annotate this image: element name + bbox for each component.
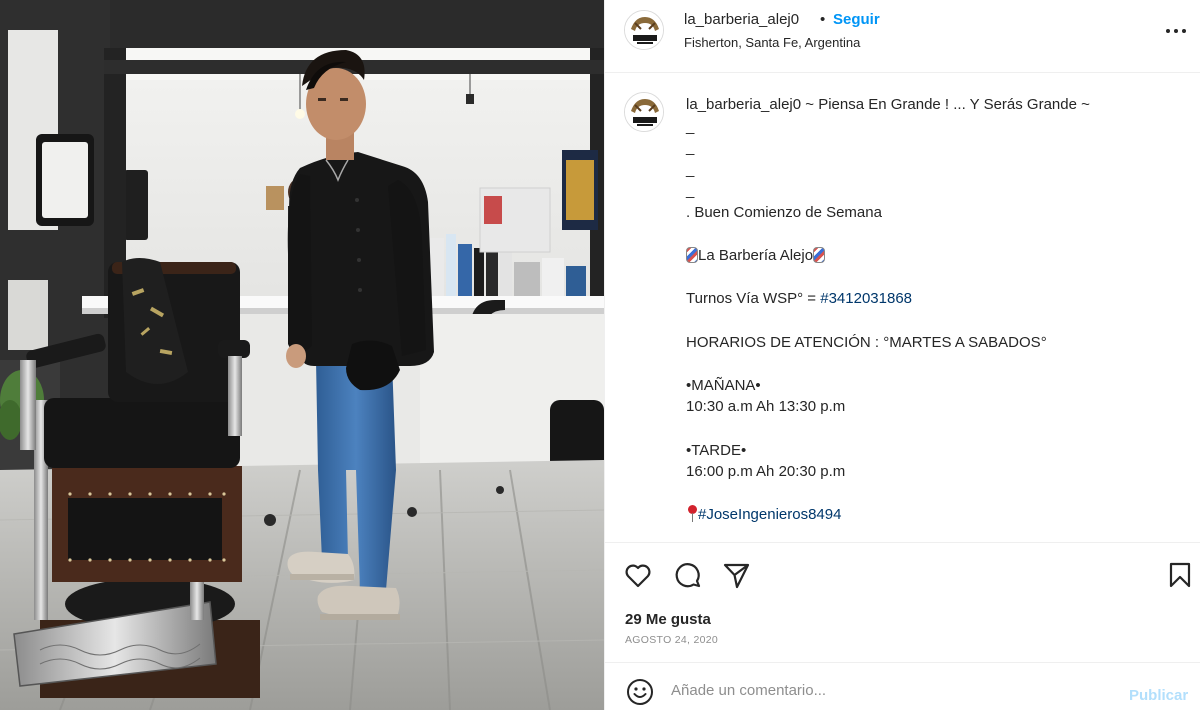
barberia-logo — [625, 93, 663, 131]
likes-count[interactable]: 29 Me gusta — [625, 611, 711, 628]
comment-composer: Publicar — [605, 662, 1200, 710]
more-horizontal-icon[interactable] — [1163, 18, 1189, 44]
address-hashtag-link[interactable]: #JoseIngenieros8494 — [698, 506, 841, 523]
caption-greeting: . Buen Comienzo de Semana — [686, 203, 882, 221]
caption-turnos-line: Turnos Vía WSP° = #3412031868 — [686, 288, 1186, 310]
post-date[interactable]: AGOSTO 24, 2020 — [625, 634, 718, 646]
caption-morning-label: •MAÑANA• — [686, 376, 761, 394]
caption-dash-line: _ — [686, 160, 695, 178]
comment-icon[interactable] — [673, 560, 703, 590]
caption-afternoon-label: •TARDE• — [686, 441, 747, 459]
post-actions: 29 Me gusta AGOSTO 24, 2020 — [605, 542, 1200, 662]
caption-title-text: ~ Piensa En Grande ! ... Y Serás Grande … — [801, 96, 1090, 113]
post-location[interactable]: Fisherton, Santa Fe, Argentina — [684, 35, 860, 50]
caption-avatar[interactable] — [624, 92, 664, 132]
caption-address-line: #JoseIngenieros8494 — [686, 504, 1186, 526]
caption-shop-line: La Barbería Alejo — [686, 245, 1186, 267]
caption-turnos-label: Turnos Vía WSP° = — [686, 290, 821, 308]
emoji-icon[interactable] — [625, 677, 655, 707]
publish-button[interactable]: Publicar — [1129, 687, 1188, 704]
caption-dash-line: _ — [686, 139, 695, 157]
bookmark-icon[interactable] — [1165, 560, 1195, 590]
separator-dot: • — [820, 11, 826, 28]
caption-hours-label: HORARIOS DE ATENCIÓN : °MARTES A SABADOS… — [686, 333, 1047, 351]
barber-pole-icon — [813, 247, 826, 264]
barber-pole-icon — [686, 247, 698, 264]
heart-icon[interactable] — [623, 560, 653, 590]
post-photo[interactable] — [0, 0, 604, 710]
comment-input[interactable] — [671, 675, 1111, 705]
caption-morning-hours: 10:30 a.m Ah 13:30 p.m — [686, 398, 846, 416]
avatar[interactable] — [624, 10, 664, 50]
round-pushpin-icon — [686, 505, 698, 523]
follow-button[interactable]: Seguir — [833, 11, 880, 28]
post-header: la_barberia_alej0 • Seguir Fisherton, Sa… — [605, 0, 1200, 73]
post-caption: la_barberia_alej0 ~ Piensa En Grande ! .… — [686, 94, 1186, 526]
caption-title-line: la_barberia_alej0 ~ Piensa En Grande ! .… — [686, 94, 1186, 116]
caption-dash-line: _ — [686, 117, 695, 135]
post-side-panel: la_barberia_alej0 • Seguir Fisherton, Sa… — [604, 0, 1200, 710]
caption-dash-line: _ — [686, 182, 695, 200]
barber-shop-photo — [0, 0, 604, 710]
send-icon[interactable] — [721, 560, 751, 590]
phone-hashtag-link[interactable]: #3412031868 — [820, 290, 912, 307]
comments-section: la_barberia_alej0 ~ Piensa En Grande ! .… — [605, 74, 1200, 542]
caption-username[interactable]: la_barberia_alej0 — [686, 96, 801, 113]
caption-afternoon-hours: 16:00 p.m Ah 20:30 p.m — [686, 463, 846, 481]
caption-shop-name: La Barbería Alejo — [698, 247, 814, 265]
post-author-username[interactable]: la_barberia_alej0 — [684, 11, 799, 28]
barberia-logo — [625, 11, 663, 49]
